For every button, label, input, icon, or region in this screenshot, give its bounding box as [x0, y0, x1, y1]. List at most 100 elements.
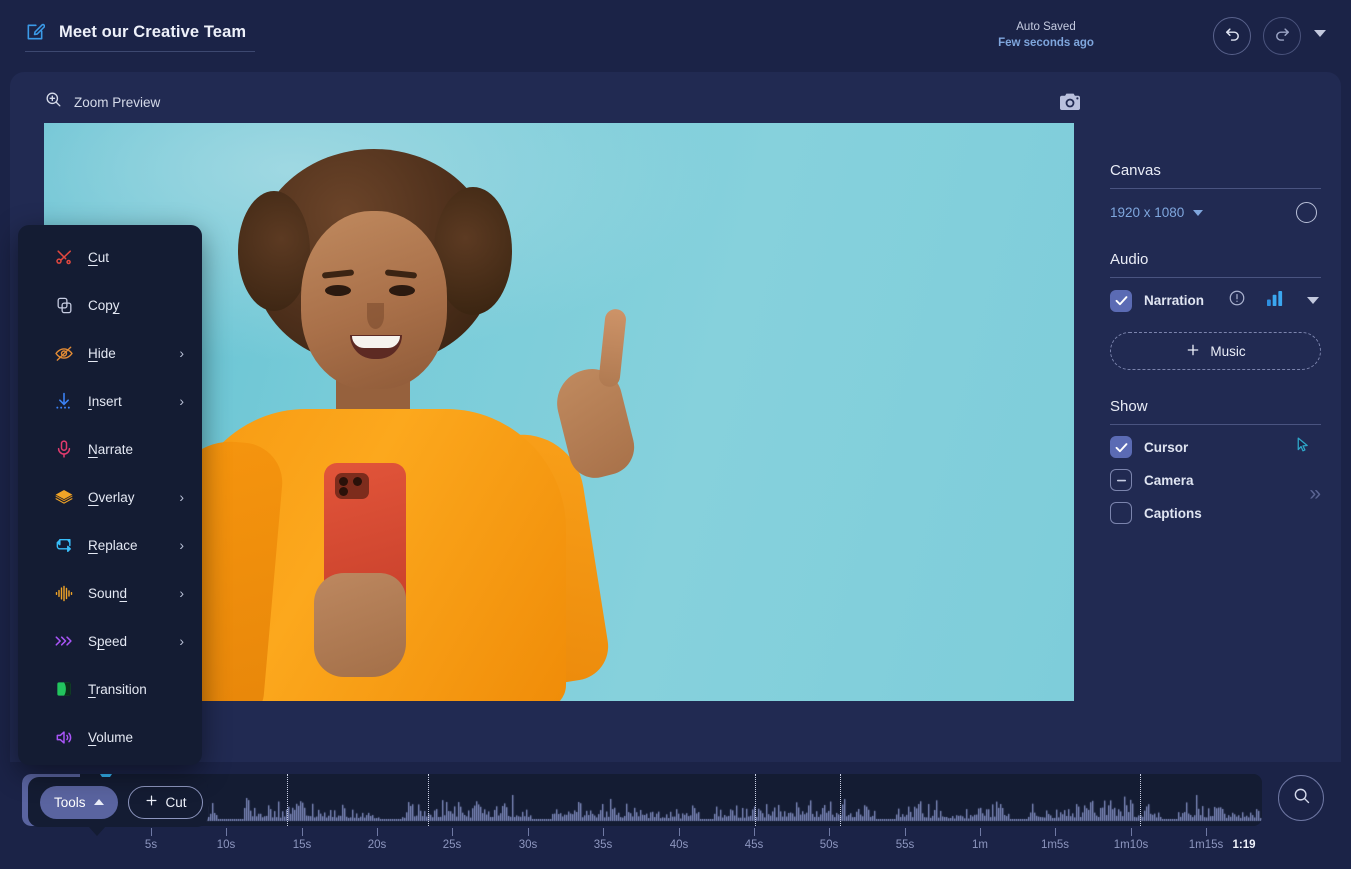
ruler-label: 55s [896, 839, 915, 851]
ruler-tick [905, 828, 906, 836]
undo-button[interactable] [1213, 17, 1251, 55]
ruler-label: 50s [820, 839, 839, 851]
context-menu-label: Replace [88, 538, 138, 553]
soundwave-icon [54, 583, 74, 603]
audio-levels-icon[interactable] [1266, 290, 1285, 312]
ruler-tick [1131, 828, 1132, 836]
add-music-button[interactable]: Music [1110, 332, 1321, 370]
layers-icon [54, 487, 74, 507]
ruler-label: 45s [745, 839, 764, 851]
context-menu-label: Volume [88, 730, 133, 745]
context-menu-item-volume[interactable]: Volume [18, 713, 202, 761]
timeline-track[interactable] [22, 774, 1262, 826]
context-menu-item-cut[interactable]: Cut [18, 233, 202, 281]
insert-down-icon [54, 391, 74, 411]
chevrons-right-icon[interactable]: » [1309, 482, 1321, 506]
context-menu-label: Hide [88, 346, 116, 361]
edit-square-icon [25, 22, 45, 42]
ruler-label: 10s [217, 839, 236, 851]
autosave-label: Auto Saved [971, 19, 1121, 35]
context-menu-item-hide[interactable]: Hide › [18, 329, 202, 377]
split-marker[interactable] [428, 774, 429, 826]
camera-label: Camera [1144, 473, 1194, 488]
chevron-right-icon: › [179, 489, 184, 505]
narration-checkbox[interactable] [1110, 290, 1132, 312]
tools-label: Tools [54, 795, 86, 810]
split-marker[interactable] [287, 774, 288, 826]
resolution-select[interactable]: 1920 x 1080 [1110, 205, 1203, 220]
context-menu-label: Narrate [88, 442, 133, 457]
add-cut-button[interactable]: Cut [128, 786, 203, 819]
show-section-title: Show [1100, 398, 1331, 424]
undo-icon [1222, 23, 1243, 49]
chevron-right-icon: › [179, 537, 184, 553]
top-bar: Meet our Creative Team Auto Saved Few se… [0, 0, 1351, 72]
context-menu-label: Insert [88, 394, 122, 409]
split-marker[interactable] [840, 774, 841, 826]
context-menu-item-overlay[interactable]: Overlay › [18, 473, 202, 521]
ruler-tick [452, 828, 453, 836]
project-title-field[interactable]: Meet our Creative Team [25, 22, 255, 52]
audio-section-title: Audio [1100, 251, 1331, 277]
ruler-label: 1m10s [1114, 839, 1149, 851]
split-marker[interactable] [755, 774, 756, 826]
camera-icon[interactable] [1058, 92, 1082, 112]
resolution-value: 1920 x 1080 [1110, 205, 1184, 220]
ruler-label: 15s [293, 839, 312, 851]
canvas-section-title: Canvas [1100, 162, 1331, 188]
audio-waveform[interactable] [80, 774, 1262, 826]
microphone-icon [54, 439, 74, 459]
cursor-pointer-icon[interactable] [1294, 436, 1311, 458]
copy-icon [54, 295, 74, 315]
context-menu-item-speed[interactable]: Speed › [18, 617, 202, 665]
ruler-tick [603, 828, 604, 836]
context-menu: Cut Copy Hide › [18, 225, 202, 765]
scissors-icon [54, 247, 74, 267]
show-item-cursor: Cursor [1100, 425, 1331, 458]
split-marker[interactable] [1140, 774, 1141, 826]
total-duration-label: 1:19 [1232, 839, 1255, 851]
zoom-preview-label: Zoom Preview [74, 95, 160, 110]
context-menu-item-sound[interactable]: Sound › [18, 569, 202, 617]
ruler-label: 30s [519, 839, 538, 851]
ruler-tick [1055, 828, 1056, 836]
more-options-chevron-down-icon[interactable] [1314, 30, 1326, 37]
context-menu-label: Speed [88, 634, 127, 649]
zoom-in-magnifier-icon [44, 90, 63, 114]
tools-button[interactable]: Tools [40, 786, 118, 819]
context-menu-item-copy[interactable]: Copy [18, 281, 202, 329]
captions-checkbox[interactable] [1110, 502, 1132, 524]
alert-circle-icon[interactable] [1228, 289, 1246, 312]
video-editor-app: Meet our Creative Team Auto Saved Few se… [0, 0, 1351, 869]
autosave-status: Auto Saved Few seconds ago [971, 19, 1121, 51]
redo-button[interactable] [1263, 17, 1301, 55]
timeline-zoom-button[interactable] [1278, 775, 1324, 821]
circle-outline-icon[interactable] [1296, 202, 1317, 223]
chevron-right-icon: › [179, 345, 184, 361]
eye-off-icon [54, 343, 74, 363]
redo-icon [1272, 23, 1293, 49]
cursor-checkbox[interactable] [1110, 436, 1132, 458]
ruler-tick [226, 828, 227, 836]
ruler-tick [754, 828, 755, 836]
context-menu-label: Overlay [88, 490, 135, 505]
ruler-label: 40s [670, 839, 689, 851]
context-menu-item-transition[interactable]: Transition [18, 665, 202, 713]
autosave-time: Few seconds ago [971, 35, 1121, 51]
ruler-tick [151, 828, 152, 836]
camera-checkbox[interactable] [1110, 469, 1132, 491]
page-title: Meet our Creative Team [59, 23, 246, 42]
context-menu-item-replace[interactable]: Replace › [18, 521, 202, 569]
context-menu-item-insert[interactable]: Insert › [18, 377, 202, 425]
ruler-label: 1m5s [1041, 839, 1069, 851]
narration-chevron-down-icon[interactable] [1307, 297, 1319, 304]
context-menu-item-narrate[interactable]: Narrate [18, 425, 202, 473]
photo-subject [164, 141, 684, 701]
plus-icon [144, 793, 159, 811]
chevron-right-icon: › [179, 393, 184, 409]
ruler-tick [528, 828, 529, 836]
canvas-resolution-row: 1920 x 1080 [1100, 189, 1331, 223]
volume-icon [54, 727, 74, 747]
context-menu-label: Sound [88, 586, 127, 601]
cursor-label: Cursor [1144, 440, 1188, 455]
